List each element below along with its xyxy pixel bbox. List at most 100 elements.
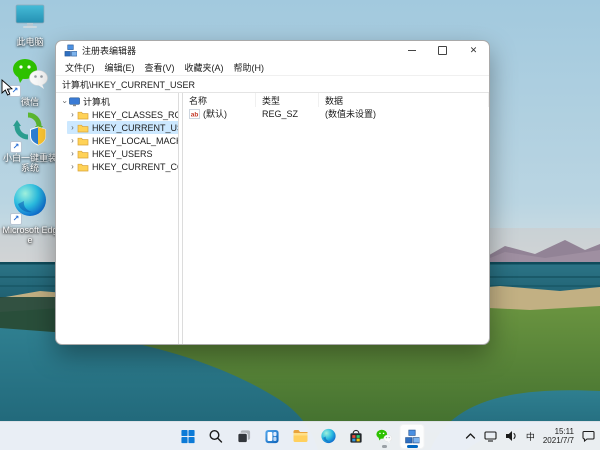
desktop-icon-this-pc[interactable]: 此电脑: [2, 4, 58, 47]
chevron-collapsed-icon[interactable]: ›: [68, 136, 77, 145]
svg-text:ab: ab: [191, 111, 199, 118]
chevron-expanded-icon[interactable]: ›: [61, 97, 70, 106]
regedit-app-icon: [64, 44, 77, 57]
menu-favorites[interactable]: 收藏夹(A): [180, 61, 229, 74]
window-titlebar[interactable]: 注册表编辑器 ✕: [56, 41, 489, 59]
registry-editor-window: 注册表编辑器 ✕ 文件(F) 编辑(E) 查看(V) 收藏夹(A) 帮助(H) …: [55, 40, 490, 345]
tree-node-hkey-current-config[interactable]: › HKEY_CURRENT_CONFIG: [56, 160, 178, 173]
desktop-icon-label: 此电脑: [16, 37, 44, 47]
registry-values-panel: 名称 类型 数据 ab (默认) REG_SZ (数值未设置): [183, 93, 489, 344]
search-icon: [209, 429, 223, 443]
folder-icon: [77, 123, 89, 133]
tree-node-label: HKEY_LOCAL_MACHINE: [92, 135, 178, 146]
desktop-icon-label: 微信: [20, 97, 39, 107]
window-controls: ✕: [396, 41, 489, 59]
menu-edit[interactable]: 编辑(E): [100, 61, 140, 74]
tree-node-hkey-classes-root[interactable]: › HKEY_CLASSES_ROOT: [56, 108, 178, 121]
column-header-type[interactable]: 类型: [256, 93, 319, 107]
chevron-collapsed-icon[interactable]: ›: [68, 110, 77, 119]
taskbar: 中 15:11 2021/7/7: [0, 421, 600, 450]
wechat-icon: [376, 429, 393, 443]
tree-node-hkey-current-user[interactable]: › HKEY_CURRENT_USER: [56, 121, 178, 134]
widgets-icon: [265, 429, 279, 443]
column-header-name[interactable]: 名称: [183, 93, 256, 107]
chevron-collapsed-icon[interactable]: ›: [68, 149, 77, 158]
active-indicator: [406, 445, 418, 448]
tray-overflow-chevron-icon[interactable]: [465, 432, 476, 440]
registry-address-bar[interactable]: 计算机\HKEY_CURRENT_USER: [56, 76, 489, 93]
xiaobai-reinstall-icon: ↗: [10, 110, 48, 153]
store-button[interactable]: [344, 424, 369, 449]
edge-button[interactable]: [316, 424, 341, 449]
menu-view[interactable]: 查看(V): [140, 61, 180, 74]
value-data: (数值未设置): [325, 109, 376, 119]
desktop-icon-label: 小白一键重装系统: [2, 153, 57, 173]
regedit-icon: [405, 429, 420, 443]
desktop: 此电脑 ↗ 微信 ↗ 小白一键重装系统 ↗ Microsoft Edge 注册表…: [0, 0, 600, 450]
folder-icon: [77, 136, 89, 146]
store-icon: [350, 429, 362, 443]
tree-node-computer[interactable]: › 计算机: [56, 95, 178, 108]
tree-node-label: HKEY_CURRENT_CONFIG: [92, 161, 178, 172]
network-icon[interactable]: [484, 430, 497, 442]
close-button[interactable]: ✕: [458, 41, 489, 59]
shortcut-arrow-icon: ↗: [10, 213, 22, 225]
running-indicator: [381, 445, 387, 448]
shortcut-arrow-icon: ↗: [10, 141, 22, 153]
widgets-button[interactable]: [260, 424, 285, 449]
mouse-cursor: [1, 79, 13, 96]
file-explorer-icon: [293, 430, 307, 442]
minimize-icon: [407, 49, 416, 51]
menu-help[interactable]: 帮助(H): [229, 61, 270, 74]
tree-node-label: HKEY_USERS: [92, 148, 153, 159]
edge-icon: ↗: [10, 182, 48, 225]
column-header-data[interactable]: 数据: [319, 93, 489, 107]
window-body: › 计算机 › HKEY_CLASSES_R › HKEY_CURRENT_U …: [56, 93, 489, 344]
system-tray: 中 15:11 2021/7/7: [465, 422, 595, 450]
registry-tree-panel: › 计算机 › HKEY_CLASSES_R › HKEY_CURRENT_U …: [56, 93, 178, 344]
volume-icon[interactable]: [505, 430, 518, 442]
regedit-taskbar-button[interactable]: [399, 423, 425, 449]
tree-node-label: 计算机: [83, 97, 111, 107]
maximize-icon: [438, 45, 447, 55]
tree-node-label: HKEY_CURRENT_USER: [92, 122, 178, 133]
ime-indicator[interactable]: 中: [526, 430, 535, 443]
column-headers: 名称 类型 数据: [183, 93, 489, 107]
file-explorer-button[interactable]: [288, 424, 313, 449]
clock[interactable]: 15:11 2021/7/7: [543, 427, 574, 445]
window-title: 注册表编辑器: [82, 45, 137, 56]
search-button[interactable]: [204, 424, 229, 449]
computer-icon: [69, 96, 80, 107]
notification-center-icon[interactable]: [582, 430, 595, 442]
tray-date: 2021/7/7: [542, 436, 574, 445]
value-name: (默认): [203, 109, 227, 119]
maximize-button[interactable]: [427, 41, 458, 59]
value-type: REG_SZ: [262, 108, 299, 119]
tray-time: 15:11: [554, 427, 574, 436]
string-value-icon: ab: [189, 108, 200, 119]
taskbar-center-icons: [176, 422, 425, 450]
desktop-icon-edge[interactable]: ↗ Microsoft Edge: [2, 182, 58, 245]
windows-start-icon: [181, 429, 195, 443]
folder-icon: [77, 162, 89, 172]
tree-node-hkey-local-machine[interactable]: › HKEY_LOCAL_MACHINE: [56, 134, 178, 147]
start-button[interactable]: [176, 424, 201, 449]
task-view-icon: [237, 429, 251, 443]
menu-file[interactable]: 文件(F): [60, 61, 100, 74]
registry-value-row[interactable]: ab (默认) REG_SZ (数值未设置): [183, 107, 489, 120]
this-pc-icon: [13, 4, 47, 35]
desktop-icon-xiaobai[interactable]: ↗ 小白一键重装系统: [2, 110, 58, 173]
wechat-taskbar-button[interactable]: [372, 424, 397, 449]
close-icon: ✕: [469, 44, 478, 55]
edge-icon: [320, 428, 336, 444]
folder-icon: [77, 110, 89, 120]
minimize-button[interactable]: [396, 41, 427, 59]
task-view-button[interactable]: [232, 424, 257, 449]
tree-node-hkey-users[interactable]: › HKEY_USERS: [56, 147, 178, 160]
tree-node-label: HKEY_CLASSES_ROOT: [92, 109, 178, 120]
chevron-collapsed-icon[interactable]: ›: [68, 162, 77, 171]
desktop-icon-label: Microsoft Edge: [2, 225, 58, 245]
menu-bar: 文件(F) 编辑(E) 查看(V) 收藏夹(A) 帮助(H): [56, 59, 489, 76]
chevron-collapsed-icon[interactable]: ›: [68, 123, 77, 132]
wechat-icon: ↗: [9, 58, 49, 97]
